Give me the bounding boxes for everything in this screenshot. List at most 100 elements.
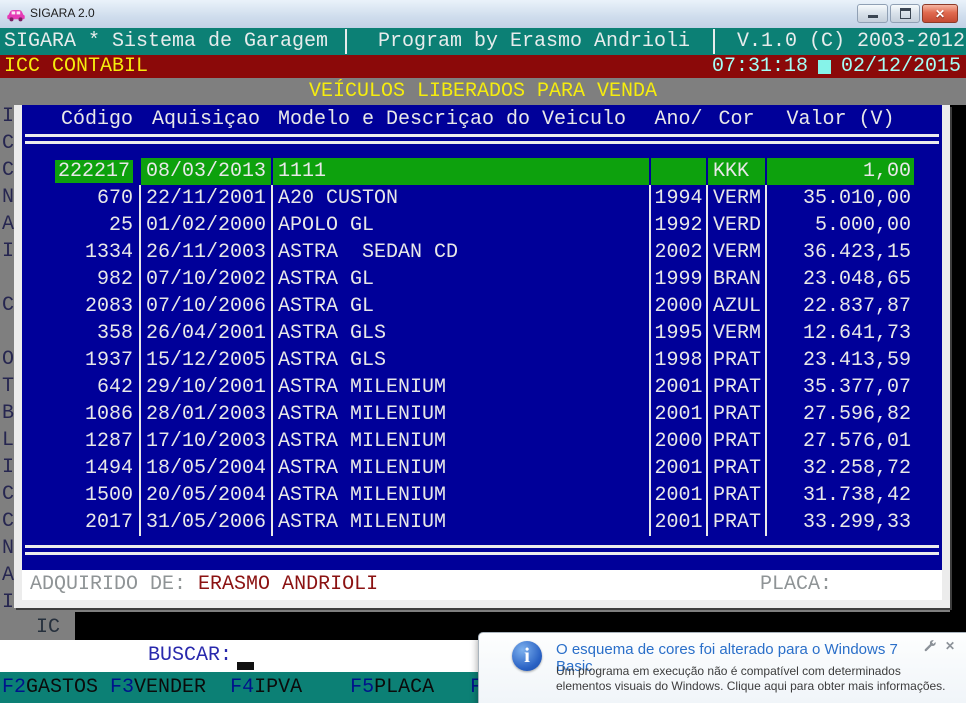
table-row[interactable]: 193715/12/2005ASTRA GLS1998PRAT23.413,59 bbox=[22, 347, 942, 374]
table-row[interactable]: 35826/04/2001ASTRA GLS1995VERM12.641,73 bbox=[22, 320, 942, 347]
cell-ano: 2001 bbox=[651, 482, 706, 509]
cell-codigo: 1937 bbox=[22, 347, 139, 374]
cell-aquisicao: 29/10/2001 bbox=[141, 374, 271, 401]
maximize-button[interactable] bbox=[890, 4, 920, 23]
cell-codigo: 1494 bbox=[22, 455, 139, 482]
panel-spacer-bar bbox=[22, 555, 942, 570]
cell-modelo: ASTRA GLS bbox=[273, 347, 649, 374]
fkey-f4[interactable]: F4IPVA bbox=[230, 676, 350, 699]
cell-cor: KKK bbox=[708, 158, 765, 185]
adquirido-value: ERASMO ANDRIOLI bbox=[198, 573, 378, 596]
fkey-f2[interactable]: F2GASTOS bbox=[2, 676, 110, 699]
car-icon bbox=[7, 7, 25, 27]
col-header-aquisicao: Aquisiçao bbox=[141, 105, 271, 134]
fkey-f3[interactable]: F3VENDER bbox=[110, 676, 230, 699]
search-input-cursor[interactable] bbox=[237, 662, 254, 670]
table-row[interactable]: 149418/05/2004ASTRA MILENIUM2001PRAT32.2… bbox=[22, 455, 942, 482]
cell-codigo: 222217 bbox=[22, 158, 139, 185]
cell-modelo: ASTRA GL bbox=[273, 293, 649, 320]
col-header-valor: Valor (V) bbox=[767, 105, 914, 134]
table-row[interactable]: 201731/05/2006ASTRA MILENIUM2001PRAT33.2… bbox=[22, 509, 942, 536]
table-row[interactable]: 2501/02/2000APOLO GL1992VERD5.000,00 bbox=[22, 212, 942, 239]
table-row[interactable]: 64229/10/2001ASTRA MILENIUM2001PRAT35.37… bbox=[22, 374, 942, 401]
cell-valor: 36.423,15 bbox=[767, 239, 914, 266]
cell-valor: 35.010,00 bbox=[767, 185, 914, 212]
program-author: Program by Erasmo Andrioli bbox=[378, 28, 690, 55]
cell-aquisicao: 31/05/2006 bbox=[141, 509, 271, 536]
table-row[interactable]: 150020/05/2004ASTRA MILENIUM2001PRAT31.7… bbox=[22, 482, 942, 509]
cell-ano: 2001 bbox=[651, 455, 706, 482]
cell-modelo: ASTRA GLS bbox=[273, 320, 649, 347]
table-row[interactable]: 128717/10/2003ASTRA MILENIUM2000PRAT27.5… bbox=[22, 428, 942, 455]
wrench-icon[interactable] bbox=[923, 639, 937, 658]
cell-aquisicao: 18/05/2004 bbox=[141, 455, 271, 482]
cell-ano: 1994 bbox=[651, 185, 706, 212]
cell-valor: 31.738,42 bbox=[767, 482, 914, 509]
notification-close-icon[interactable]: ✕ bbox=[945, 639, 955, 658]
cell-codigo: 1500 bbox=[22, 482, 139, 509]
cell-valor: 23.413,59 bbox=[767, 347, 914, 374]
col-header-modelo: Modelo e Descriçao do Veiculo bbox=[273, 105, 649, 134]
window-titlebar: SIGARA 2.0 ✕ bbox=[0, 0, 966, 29]
cell-valor: 27.576,01 bbox=[767, 428, 914, 455]
notification-popup[interactable]: i O esquema de cores foi alterado para o… bbox=[478, 632, 966, 703]
dos-screen: VEÍCULOS LIBERADOS PARA VENDA ICCNAICOTB… bbox=[0, 78, 966, 703]
cell-codigo: 1287 bbox=[22, 428, 139, 455]
table-row[interactable]: 98207/10/2002ASTRA GL1999BRAN23.048,65 bbox=[22, 266, 942, 293]
table-row[interactable]: 67022/11/2001A20 CUSTON1994VERM35.010,00 bbox=[22, 185, 942, 212]
cell-modelo: ASTRA MILENIUM bbox=[273, 428, 649, 455]
cell-ano: 1999 bbox=[651, 266, 706, 293]
cell-modelo: ASTRA MILENIUM bbox=[273, 374, 649, 401]
cell-cor: VERM bbox=[708, 185, 765, 212]
clock: 07:31:18 bbox=[712, 55, 808, 78]
cell-modelo: ASTRA GL bbox=[273, 266, 649, 293]
double-line-separator bbox=[25, 134, 939, 144]
maximize-icon bbox=[900, 8, 911, 19]
cell-aquisicao: 15/12/2005 bbox=[141, 347, 271, 374]
cell-codigo: 642 bbox=[22, 374, 139, 401]
placa-label: PLACA: bbox=[760, 570, 832, 600]
table-row[interactable]: 22221708/03/20131111KKK1,00 bbox=[22, 158, 942, 185]
cell-valor: 5.000,00 bbox=[767, 212, 914, 239]
table-header: Código Aquisiçao Modelo e Descriçao do V… bbox=[22, 105, 942, 134]
cell-cor: AZUL bbox=[708, 293, 765, 320]
program-header: SIGARA * Sistema de Garagem Program by E… bbox=[0, 28, 966, 55]
status-bar: ICC CONTABIL 07:31:18 02/12/2015 bbox=[0, 55, 966, 78]
cell-cor: PRAT bbox=[708, 482, 765, 509]
date: 02/12/2015 bbox=[841, 55, 961, 78]
cell-modelo: ASTRA MILENIUM bbox=[273, 455, 649, 482]
notification-body[interactable]: Um programa em execução não é compatível… bbox=[556, 664, 948, 694]
cell-codigo: 2083 bbox=[22, 293, 139, 320]
table-row[interactable]: 208307/10/2006ASTRA GL2000AZUL22.837,87 bbox=[22, 293, 942, 320]
minimize-button[interactable] bbox=[857, 4, 888, 23]
table-row[interactable]: 108628/01/2003ASTRA MILENIUM2001PRAT27.5… bbox=[22, 401, 942, 428]
table-row[interactable]: 133426/11/2003ASTRA SEDAN CD2002VERM36.4… bbox=[22, 239, 942, 266]
fkey-f5[interactable]: F5PLACA bbox=[350, 676, 470, 699]
info-icon: i bbox=[512, 641, 542, 671]
program-name: SIGARA * Sistema de Garagem bbox=[4, 28, 328, 55]
cell-valor: 12.641,73 bbox=[767, 320, 914, 347]
search-label: BUSCAR: bbox=[148, 640, 232, 672]
cell-aquisicao: 22/11/2001 bbox=[141, 185, 271, 212]
cell-ano: 1995 bbox=[651, 320, 706, 347]
cell-codigo: 1334 bbox=[22, 239, 139, 266]
cell-aquisicao: 08/03/2013 bbox=[141, 158, 271, 185]
cell-cor: PRAT bbox=[708, 401, 765, 428]
cell-ano: 2002 bbox=[651, 239, 706, 266]
cell-valor: 23.048,65 bbox=[767, 266, 914, 293]
col-header-cor: Cor bbox=[708, 105, 765, 134]
cell-modelo: A20 CUSTON bbox=[273, 185, 649, 212]
cell-ano: 2001 bbox=[651, 374, 706, 401]
cell-codigo: 670 bbox=[22, 185, 139, 212]
cell-valor: 1,00 bbox=[767, 158, 914, 185]
background-text-fragment: IC bbox=[36, 614, 60, 641]
cell-valor: 27.596,82 bbox=[767, 401, 914, 428]
cell-ano: 2001 bbox=[651, 509, 706, 536]
header-divider bbox=[713, 29, 715, 54]
adquirido-label: ADQUIRIDO DE: bbox=[30, 573, 186, 596]
cell-codigo: 2017 bbox=[22, 509, 139, 536]
panel-shadow bbox=[950, 105, 966, 640]
clock-separator-block bbox=[818, 60, 831, 74]
close-button[interactable]: ✕ bbox=[922, 4, 958, 23]
detail-footer: ADQUIRIDO DE: ERASMO ANDRIOLI PLACA: bbox=[22, 570, 942, 600]
